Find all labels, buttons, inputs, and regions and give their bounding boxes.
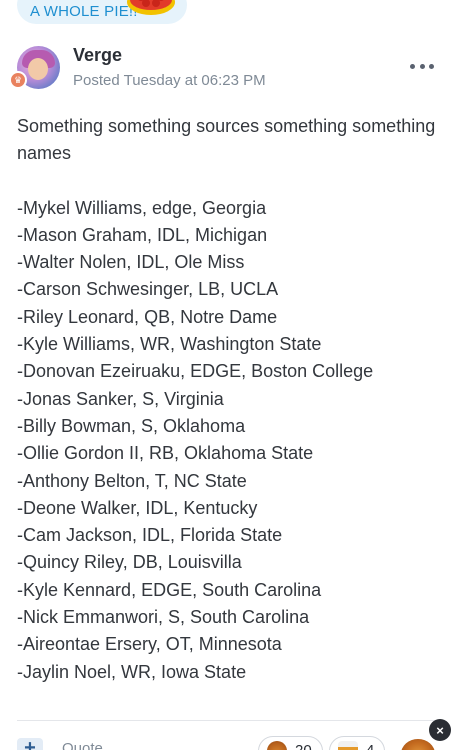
list-item: -Mykel Williams, edge, Georgia [17, 197, 267, 218]
multiquote-button[interactable]: + [17, 738, 43, 750]
close-icon[interactable]: × [429, 719, 451, 741]
list-item: -Jonas Sanker, S, Virginia [17, 388, 224, 409]
list-item: -Mason Graham, IDL, Michigan [17, 224, 268, 245]
list-item: -Kyle Williams, WR, Washington State [17, 334, 322, 355]
reaction-count: 20 [295, 741, 312, 750]
forum-post: A WHOLE PIE!! ♛ Verge Posted Tuesday at … [0, 0, 453, 750]
prospect-list: -Mykel Williams, edge, Georgia -Mason Gr… [17, 195, 437, 686]
list-item: -Billy Bowman, S, Oklahoma [17, 415, 246, 436]
list-item: -Jaylin Noel, WR, Iowa State [17, 661, 247, 682]
more-options-icon[interactable] [410, 58, 434, 74]
list-item: -Walter Nolen, IDL, Ole Miss [17, 252, 245, 273]
crown-icon: ♛ [9, 71, 27, 89]
list-item: -Nick Emmanwori, S, South Carolina [17, 607, 310, 628]
list-item: -Kyle Kennard, EDGE, South Carolina [17, 579, 322, 600]
post-content: Something something sources something so… [17, 113, 437, 686]
pie-icon [127, 0, 175, 15]
post-intro: Something something sources something so… [17, 116, 436, 164]
beer-icon [338, 741, 358, 750]
reaction-beer[interactable]: 4 [329, 736, 386, 750]
reaction-badge: A WHOLE PIE!! [17, 0, 187, 24]
badge-label: A WHOLE PIE!! [30, 2, 138, 20]
list-item: -Aireontae Ersery, OT, Minnesota [17, 634, 282, 655]
quote-button[interactable]: Quote [62, 740, 103, 750]
list-item: -Donovan Ezeiruaku, EDGE, Boston College [17, 361, 374, 382]
react-button[interactable] [401, 739, 435, 750]
dot [419, 63, 425, 69]
list-item: -Ollie Gordon II, RB, Oklahoma State [17, 443, 314, 464]
dot [410, 63, 415, 69]
list-item: -Cam Jackson, IDL, Florida State [17, 525, 283, 546]
reaction-pie[interactable]: 20 [258, 736, 323, 750]
author-name[interactable]: Verge [73, 45, 122, 66]
avatar-face [28, 58, 48, 80]
list-item: -Carson Schwesinger, LB, UCLA [17, 279, 279, 300]
reaction-count: 4 [366, 741, 374, 750]
pie-icon [267, 741, 287, 750]
list-item: -Quincy Riley, DB, Louisvilla [17, 552, 242, 573]
post-timestamp[interactable]: Posted Tuesday at 06:23 PM [73, 72, 266, 89]
list-item: -Riley Leonard, QB, Notre Dame [17, 306, 278, 327]
list-item: -Deone Walker, IDL, Kentucky [17, 497, 258, 518]
list-item: -Anthony Belton, T, NC State [17, 470, 247, 491]
dot [429, 63, 434, 69]
divider [17, 720, 436, 721]
